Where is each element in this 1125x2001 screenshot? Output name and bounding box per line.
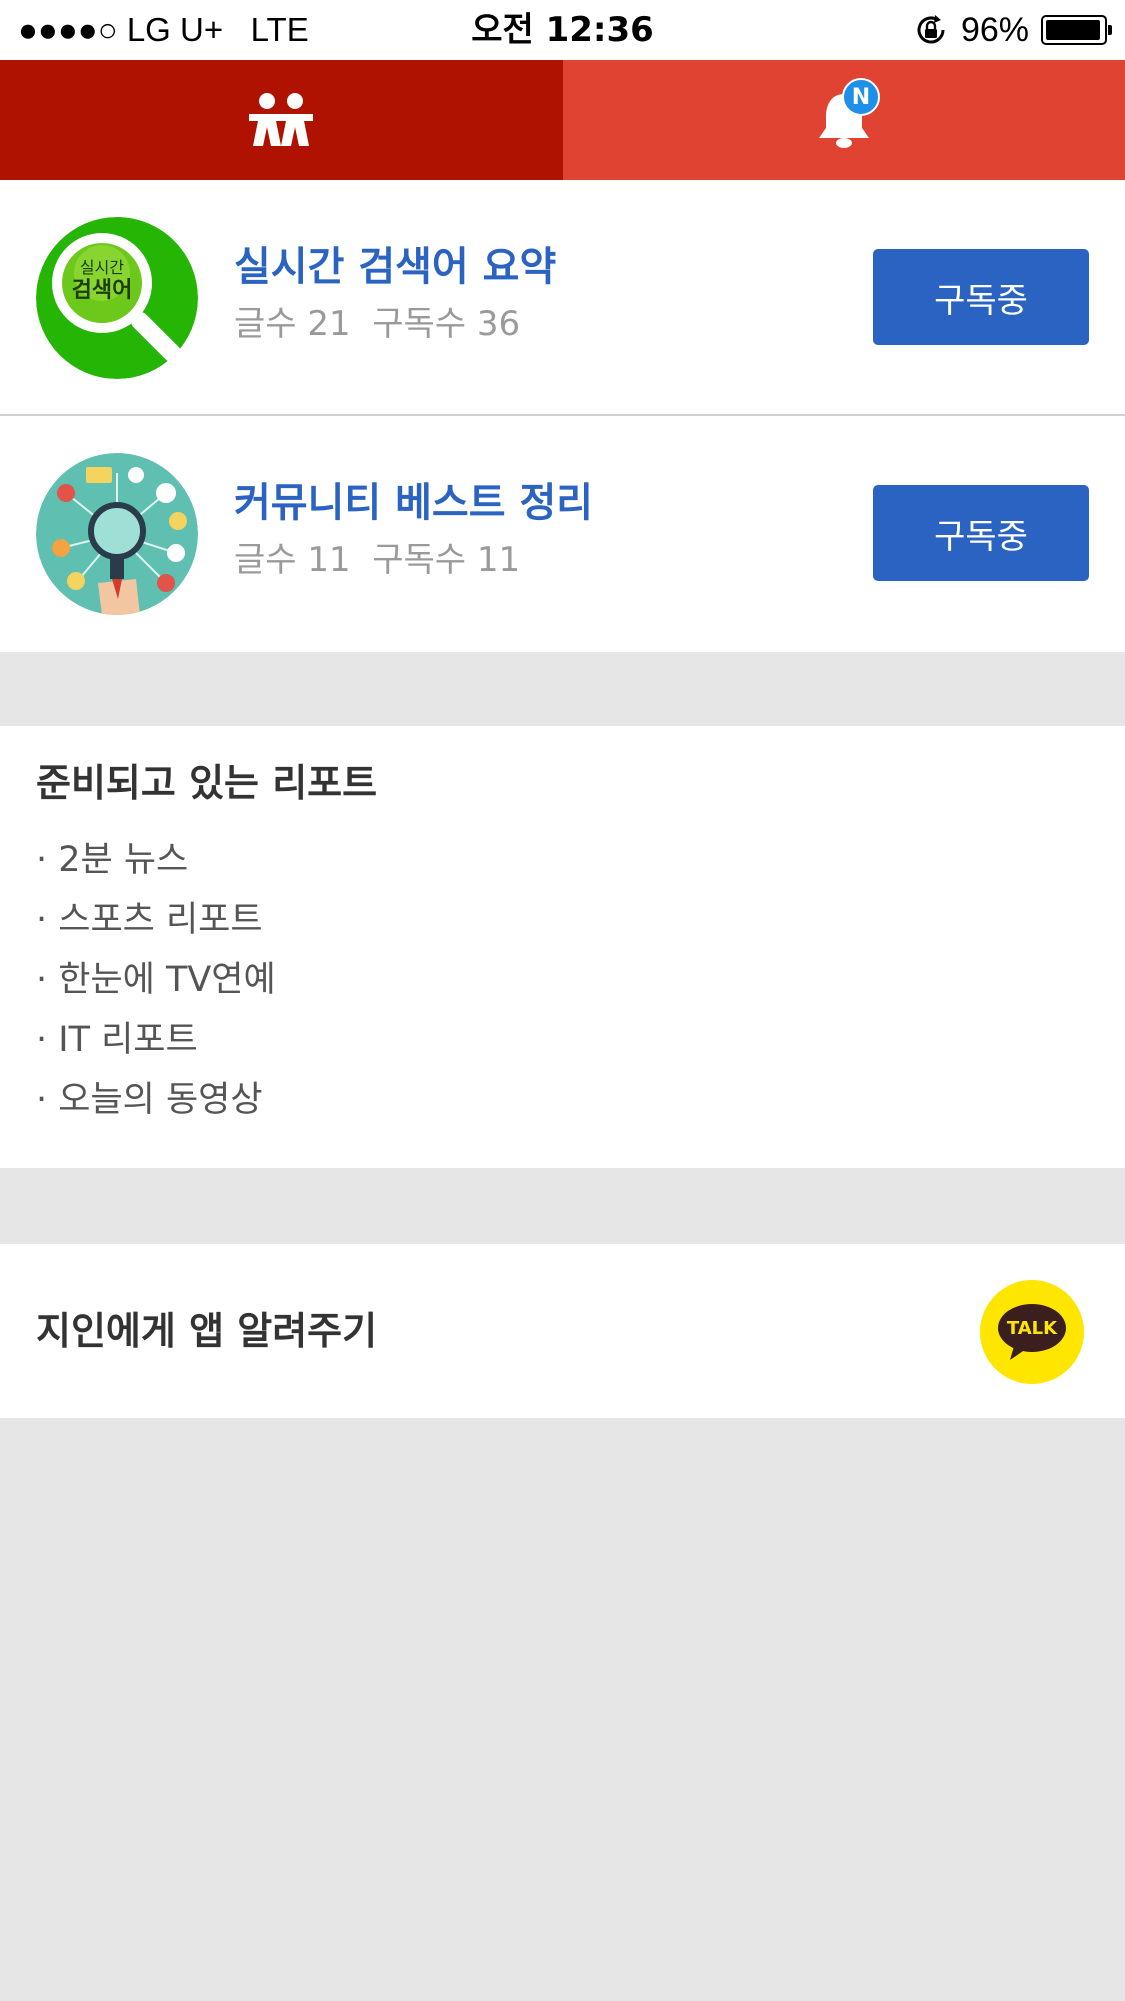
subscription-meta: 글수 11 구독수 11 <box>234 540 521 580</box>
friends-icon <box>249 93 314 146</box>
kakaotalk-share-button[interactable]: TALK <box>980 1280 1084 1384</box>
status-bar: ●●●●○ LG U+ LTE 오전 12:36 96% <box>0 0 1125 60</box>
subscribed-button[interactable]: 구독중 <box>873 485 1089 581</box>
tab-alerts[interactable] <box>562 60 1125 180</box>
search-keyword-avatar: 실시간 검색어 <box>36 217 198 379</box>
reports-heading: 준비되고 있는 리포트 <box>36 761 378 805</box>
magnifier-icon: 실시간 검색어 <box>36 217 198 379</box>
subscription-title[interactable]: 커뮤니티 베스트 정리 <box>234 478 593 528</box>
report-item: · 오늘의 동영상 <box>36 1080 263 1120</box>
battery-percent: 96% <box>960 10 1029 49</box>
subscription-meta: 글수 21 구독수 36 <box>234 304 521 344</box>
report-item: · 한눈에 TV연예 <box>36 960 276 1000</box>
rotation-lock-icon <box>917 15 945 44</box>
report-item: · 스포츠 리포트 <box>36 900 263 940</box>
notification-badge: N <box>842 78 880 116</box>
status-right-group: 96% <box>913 8 1112 52</box>
kakao-talk-text: TALK <box>1007 1318 1058 1339</box>
tab-friends[interactable] <box>0 60 563 180</box>
share-app-row[interactable]: 지인에게 앱 알려주기 TALK <box>0 1244 1125 1418</box>
share-app-label: 지인에게 앱 알려주기 <box>36 1309 378 1353</box>
subscription-title[interactable]: 실시간 검색어 요약 <box>234 242 556 292</box>
avatar-text-top: 실시간 <box>80 258 124 277</box>
subscription-item[interactable]: 커뮤니티 베스트 정리 글수 11 구독수 11 구독중 <box>0 416 1125 650</box>
community-best-avatar <box>36 453 198 615</box>
kakaotalk-icon: TALK <box>998 1304 1066 1360</box>
tab-bar: N <box>0 60 1125 180</box>
avatar-text-bottom: 검색어 <box>72 278 133 303</box>
subscription-list: 실시간 검색어 실시간 검색어 요약 글수 21 구독수 36 구독중 커뮤니티… <box>0 180 1125 652</box>
battery-icon <box>1041 15 1112 45</box>
subscribed-button[interactable]: 구독중 <box>873 249 1089 345</box>
upcoming-reports: 준비되고 있는 리포트 · 2분 뉴스 · 스포츠 리포트 · 한눈에 TV연예… <box>0 726 1125 1168</box>
reports-list: · 2분 뉴스 · 스포츠 리포트 · 한눈에 TV연예 · IT 리포트 · … <box>36 830 276 1130</box>
network-magnifier-icon <box>36 453 198 615</box>
battery-fill <box>1046 20 1100 40</box>
report-item: · IT 리포트 <box>36 1020 198 1060</box>
subscription-item[interactable]: 실시간 검색어 실시간 검색어 요약 글수 21 구독수 36 구독중 <box>0 180 1125 416</box>
report-item: · 2분 뉴스 <box>36 840 189 880</box>
